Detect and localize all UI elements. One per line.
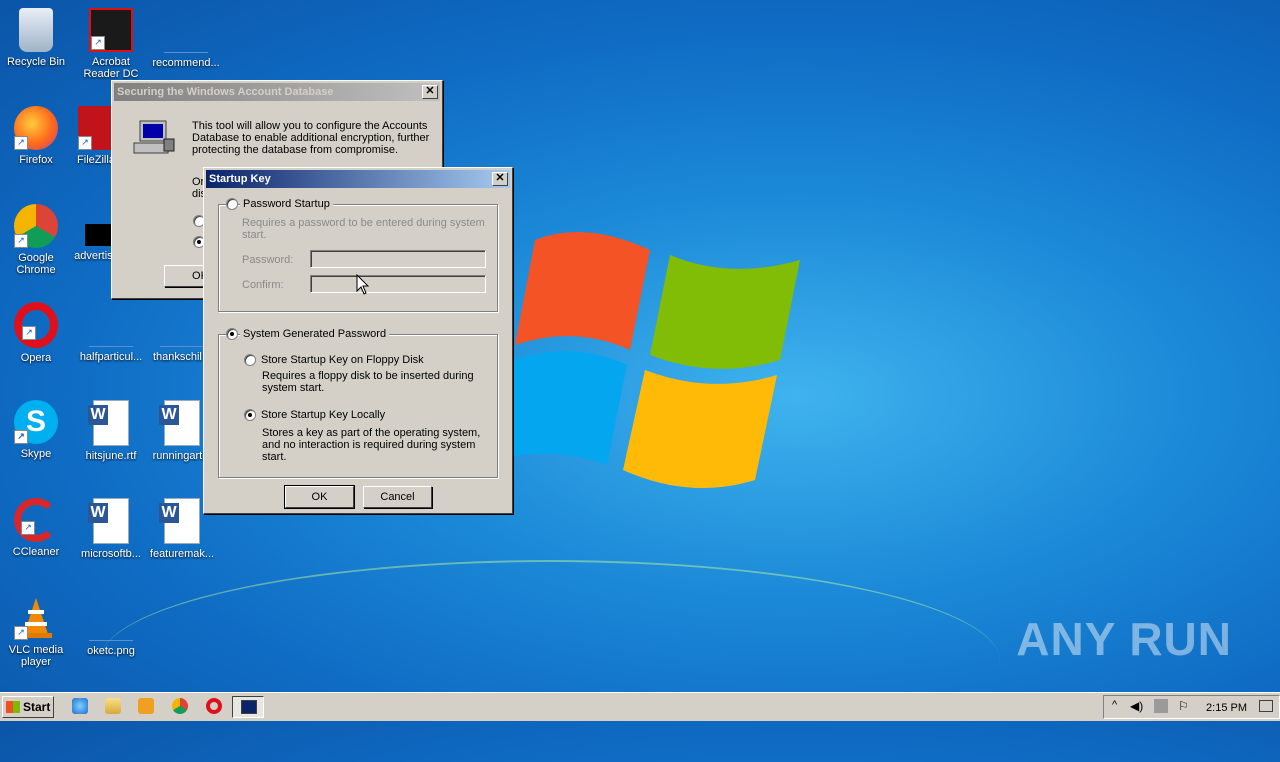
floppy-disk-label: Store Startup Key on Floppy Disk — [261, 354, 424, 366]
blank-file-icon — [160, 302, 204, 347]
desktop-icon-acrobat[interactable]: ↗ Acrobat Reader DC — [75, 8, 147, 80]
password-startup-description: Requires a password to be entered during… — [242, 217, 485, 241]
clock[interactable]: 2:15 PM — [1206, 702, 1247, 714]
opera-icon: ↗ — [14, 302, 58, 348]
computer-icon — [241, 700, 257, 714]
mouse-cursor-icon — [356, 274, 370, 295]
vlc-cone-icon: ↗ — [14, 596, 58, 640]
chrome-taskbar-icon[interactable] — [172, 698, 188, 714]
desktop-icon-microsoftb[interactable]: W microsoftb... — [75, 498, 147, 560]
password-label: Password: — [242, 254, 294, 266]
ok-button[interactable]: OK — [284, 485, 355, 509]
password-field[interactable] — [310, 250, 486, 268]
ccleaner-icon: ↗ — [14, 498, 58, 542]
windows-flag-icon — [6, 701, 20, 713]
desktop-icon-skype[interactable]: S ↗ Skype — [0, 400, 72, 460]
store-locally-radio[interactable] — [244, 409, 256, 421]
password-startup-radio[interactable] — [226, 198, 238, 210]
shortcut-arrow-icon: ↗ — [91, 36, 105, 50]
shortcut-arrow-icon: ↗ — [14, 430, 28, 444]
startup-key-titlebar[interactable]: Startup Key ✕ — [206, 170, 510, 188]
desktop-icon-recycle-bin[interactable]: Recycle Bin — [0, 8, 72, 68]
desktop-icon-oketc[interactable]: oketc.png — [75, 596, 147, 657]
show-desktop-icon[interactable] — [1259, 700, 1273, 712]
shortcut-arrow-icon: ↗ — [14, 626, 28, 640]
file-explorer-icon[interactable] — [105, 698, 121, 714]
blank-file-icon — [164, 8, 208, 53]
system-generated-radio[interactable] — [226, 328, 238, 340]
system-tray: ^ ◀) ⚐ 2:15 PM — [1103, 695, 1280, 719]
wallpaper-swoosh — [100, 560, 1000, 762]
chrome-icon: ↗ — [14, 204, 58, 248]
system-generated-label: System Generated Password — [240, 328, 390, 340]
volume-icon[interactable]: ◀) — [1130, 699, 1143, 713]
shortcut-arrow-icon: ↗ — [21, 521, 35, 535]
firefox-icon: ↗ — [14, 106, 58, 150]
syskey-title: Securing the Windows Account Database — [117, 86, 334, 98]
store-locally-description: Stores a key as part of the operating sy… — [262, 427, 481, 463]
close-icon[interactable]: ✕ — [492, 172, 508, 186]
desktop-icon-vlc[interactable]: ↗ VLC media player — [0, 596, 72, 668]
desktop-icon-ccleaner[interactable]: ↗ CCleaner — [0, 498, 72, 558]
desktop-icon-hitsjune[interactable]: W hitsjune.rtf — [75, 400, 147, 462]
anyrun-watermark: ANY RUN — [1016, 613, 1232, 665]
close-icon[interactable]: ✕ — [422, 85, 438, 99]
shortcut-arrow-icon: ↗ — [14, 234, 28, 248]
shortcut-arrow-icon: ↗ — [14, 136, 28, 150]
word-document-icon: W — [88, 498, 129, 544]
startup-key-dialog[interactable]: Startup Key ✕ Password Startup Requires … — [203, 167, 513, 514]
confirm-field[interactable] — [310, 275, 486, 293]
start-button[interactable]: Start — [2, 696, 54, 718]
show-hidden-icons-icon[interactable]: ^ — [1112, 699, 1117, 711]
confirm-label: Confirm: — [242, 279, 284, 291]
filezilla-icon: ↗ — [78, 106, 114, 150]
floppy-disk-description: Requires a floppy disk to be inserted du… — [262, 370, 474, 394]
black-file-icon — [85, 224, 111, 246]
word-document-icon: W — [159, 498, 200, 544]
desktop-icon-halfparticul[interactable]: halfparticul... — [75, 302, 147, 363]
opera-taskbar-icon[interactable] — [206, 698, 222, 714]
blank-file-icon — [89, 302, 133, 347]
word-document-icon: W — [159, 400, 200, 446]
action-center-flag-icon[interactable]: ⚐ — [1178, 699, 1189, 713]
password-startup-label: Password Startup — [240, 198, 333, 210]
desktop-icon-recommend[interactable]: recommend... — [150, 8, 222, 69]
computer-lock-icon — [132, 119, 176, 159]
syskey-taskbar-button[interactable] — [232, 696, 264, 718]
acrobat-icon: ↗ — [89, 8, 133, 52]
desktop-icon-opera[interactable]: ↗ Opera — [0, 302, 72, 364]
blank-file-icon — [89, 596, 133, 641]
word-document-icon: W — [88, 400, 129, 446]
floppy-disk-radio[interactable] — [244, 354, 256, 366]
skype-icon: S ↗ — [14, 400, 58, 444]
syskey-description: This tool will allow you to configure th… — [192, 120, 430, 156]
shortcut-arrow-icon: ↗ — [78, 136, 92, 150]
store-locally-label: Store Startup Key Locally — [261, 409, 386, 421]
syskey-titlebar[interactable]: Securing the Windows Account Database ✕ — [114, 83, 440, 101]
media-player-icon[interactable] — [138, 698, 154, 714]
taskbar: Start ^ ◀) ⚐ 2:15 PM — [0, 692, 1280, 721]
internet-explorer-icon[interactable] — [72, 698, 88, 714]
windows-logo-wallpaper — [505, 232, 800, 488]
cancel-button[interactable]: Cancel — [363, 486, 432, 508]
startup-key-title: Startup Key — [209, 173, 271, 185]
network-icon[interactable] — [1154, 699, 1168, 713]
shortcut-arrow-icon: ↗ — [22, 326, 36, 340]
recycle-bin-icon — [19, 8, 53, 52]
